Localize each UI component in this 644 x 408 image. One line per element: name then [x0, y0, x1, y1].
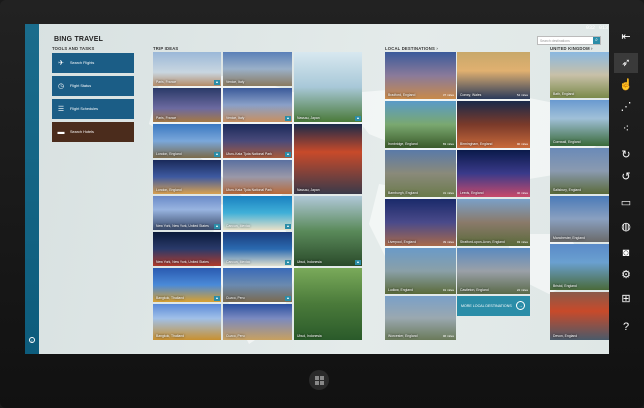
trip-tile[interactable]: New York, New York, United States ▲: [153, 196, 221, 230]
trip-tile-tall[interactable]: Nassau, Japan ▲: [294, 52, 362, 122]
flight-schedules-button[interactable]: ☰ Flight Schedules: [52, 99, 134, 119]
camera-badge-icon: ▲: [285, 296, 291, 301]
uk-tile[interactable]: Bristol, England: [550, 244, 609, 290]
ocean-strip: [25, 24, 39, 354]
flight-status-button[interactable]: ◷ Flight Status: [52, 76, 134, 96]
camera-badge-icon: ▲: [285, 224, 291, 229]
united-kingdom-heading[interactable]: UNITED KINGDOM ›: [550, 46, 593, 51]
local-tile[interactable]: Liverpool, England 39 miles: [385, 199, 456, 246]
trip-tile[interactable]: Cuzco, Peru: [223, 304, 292, 340]
tool-label: Search Flights: [70, 61, 95, 65]
uk-tile[interactable]: Cornwall, England: [550, 100, 609, 146]
trip-tile[interactable]: Venice, Italy: [223, 52, 292, 86]
list-icon: ☰: [57, 105, 65, 113]
trip-tile[interactable]: London, England ▲: [153, 124, 221, 158]
camera-badge-icon: ▲: [285, 116, 291, 121]
camera-badge-icon: ▲: [214, 296, 220, 301]
local-tile[interactable]: Birmingham, England 90 miles: [457, 101, 530, 148]
uk-tile[interactable]: Salisbury, England: [550, 148, 609, 194]
trip-tile[interactable]: London, England: [153, 160, 221, 194]
local-tile[interactable]: Castleton, England 22 miles: [457, 248, 530, 294]
rotate-icon[interactable]: ↻: [614, 145, 638, 165]
trip-tile[interactable]: Cancun, Mexico ▲: [223, 196, 292, 230]
search-icon[interactable]: ⌕: [593, 37, 600, 44]
camera-badge-icon: ▲: [214, 80, 220, 85]
windows-button[interactable]: [309, 370, 329, 390]
camera-badge-icon: ▲: [285, 260, 291, 265]
trip-tile[interactable]: Paris, France: [153, 88, 221, 122]
help-icon[interactable]: ?: [614, 317, 638, 337]
local-tile[interactable]: Ludlow, England 91 miles: [385, 248, 456, 294]
globe-icon[interactable]: ◍: [614, 217, 638, 237]
trip-tile[interactable]: Cuzco, Peru ▲: [223, 268, 292, 302]
trip-tile-tall[interactable]: Nassau, Japan: [294, 124, 362, 194]
local-destinations-heading[interactable]: LOCAL DESTINATIONS ›: [385, 46, 438, 51]
cursor-icon[interactable]: ➶: [614, 53, 638, 73]
camera-icon[interactable]: ◙: [614, 243, 638, 263]
local-tile[interactable]: Bradford, England 37 miles: [385, 52, 456, 99]
camera-badge-icon: ▲: [214, 224, 220, 229]
trip-tile[interactable]: New York, New York, United States: [153, 232, 221, 266]
camera-badge-icon: ▲: [355, 116, 361, 121]
camera-badge-icon: ▲: [214, 152, 220, 157]
dots-icon[interactable]: ⋰: [614, 97, 638, 117]
tool-label: Flight Schedules: [70, 107, 99, 111]
trip-tile[interactable]: Uluru-Kata Tjuta National Park: [223, 160, 292, 194]
trip-ideas-heading[interactable]: TRIP IDEAS: [153, 46, 178, 51]
local-tile[interactable]: Stratford-upon-Avon, England 93 miles: [457, 199, 530, 246]
more-local-destinations-button[interactable]: MORE LOCAL DESTINATIONS →: [457, 296, 530, 316]
local-tile[interactable]: Ironbridge, England 83 miles: [385, 101, 456, 148]
airplane-icon: ✈: [58, 59, 64, 67]
trip-tile[interactable]: Venice, Italy ▲: [223, 88, 292, 122]
trip-tile[interactable]: Cancun, Mexico ▲: [223, 232, 292, 266]
hand-icon[interactable]: ☝: [614, 75, 638, 95]
search-box[interactable]: Search destinations ⌕: [537, 36, 601, 45]
clock-icon: ◷: [57, 82, 65, 90]
windows-logo-icon: [314, 375, 324, 385]
app-screen: BING TRAVEL Search destinations ⌕ TOOLS …: [25, 24, 609, 354]
search-flights-button[interactable]: ✈ Search Flights: [52, 53, 134, 73]
info-icon[interactable]: i: [29, 337, 35, 343]
arrow-left-icon[interactable]: ⇤: [614, 27, 638, 47]
camera-badge-icon: ▲: [285, 152, 291, 157]
trip-tile[interactable]: Paris, France ▲: [153, 52, 221, 86]
uk-tile[interactable]: Manchester, England: [550, 196, 609, 242]
uk-tile[interactable]: Devon, England: [550, 292, 609, 340]
dock-icon[interactable]: ⊞: [614, 289, 638, 309]
trip-tile-tall[interactable]: Ubud, Indonesia ▲: [294, 196, 362, 266]
bed-icon: ▬: [57, 128, 65, 136]
camera-badge-icon: ▲: [355, 260, 361, 265]
trip-tile-tall[interactable]: Ubud, Indonesia: [294, 268, 362, 340]
uk-tile[interactable]: Bath, England: [550, 52, 609, 98]
more-label: MORE LOCAL DESTINATIONS: [461, 304, 512, 308]
tools-heading: TOOLS AND TASKS: [52, 46, 95, 51]
trip-tile[interactable]: Bangkok, Thailand ▲: [153, 268, 221, 302]
monitor-icon[interactable]: ▭: [614, 193, 638, 213]
clock-left: 032: [586, 25, 596, 31]
tool-label: Flight Status: [70, 84, 92, 88]
app-title: BING TRAVEL: [54, 36, 104, 43]
local-tile[interactable]: Conwy, Wales 54 miles: [457, 52, 530, 99]
trip-tile[interactable]: Uluru-Kata Tjuta National Park ▲: [223, 124, 292, 158]
rotate-icon[interactable]: ↺: [614, 167, 638, 187]
arrow-right-icon: →: [516, 301, 525, 310]
trip-tile[interactable]: Bangkok, Thailand: [153, 304, 221, 340]
clock-right: 013: [599, 25, 609, 31]
gear-icon[interactable]: ⚙: [614, 265, 638, 285]
local-tile[interactable]: Worcester, England 96 miles: [385, 296, 456, 340]
local-tile[interactable]: Bamburgh, England 31 miles: [385, 150, 456, 197]
dots-icon[interactable]: ⁖: [614, 119, 638, 139]
local-tile[interactable]: Leeds, England 40 miles: [457, 150, 530, 197]
tool-label: Search Hotels: [70, 130, 94, 134]
search-input[interactable]: Search destinations: [538, 39, 593, 43]
search-hotels-button[interactable]: ▬ Search Hotels: [52, 122, 134, 142]
